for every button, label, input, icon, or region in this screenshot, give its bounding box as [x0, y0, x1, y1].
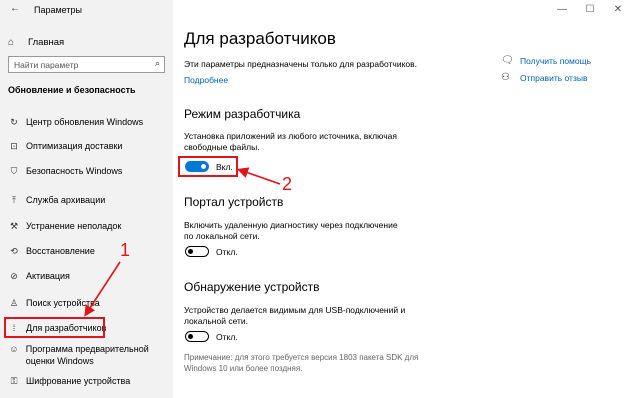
sidebar-item-label: Центр обновления Windows [26, 117, 144, 127]
close-button[interactable]: ✕ [604, 3, 632, 17]
feedback-label: Отправить отзыв [520, 72, 588, 83]
home-icon: ⌂ [8, 36, 15, 48]
back-arrow-icon[interactable]: ← [10, 3, 20, 14]
intro-text: Эти параметры предназначены только для р… [184, 59, 418, 69]
backup-icon: ⤒ [12, 195, 16, 205]
sidebar-item-label: Шифрование устройства [26, 376, 131, 386]
sdk-note: Примечание: для этого требуется версия 1… [184, 353, 419, 373]
refresh-icon: ↻ [10, 117, 18, 127]
maximize-button[interactable]: ☐ [576, 3, 604, 17]
sidebar-item-insider-program[interactable]: ☺ Программа предварительной оценки Windo… [0, 343, 173, 367]
section-description: Установка приложений из любого источника… [184, 131, 398, 152]
section-title-device-discovery: Обнаружение устройств [184, 280, 320, 294]
search-input[interactable] [9, 57, 147, 72]
toggle-knob [188, 333, 193, 339]
window-title: Параметры [34, 5, 82, 15]
section-description: Включить удаленную диагностику через под… [184, 220, 398, 241]
sidebar-item-windows-security[interactable]: ⛉ Безопасность Windows [0, 165, 173, 177]
feedback-link[interactable]: ⚇ Отправить отзыв [501, 72, 587, 83]
sidebar: ← Параметры ⌂ Главная ⌕ Обновление и без… [0, 0, 173, 398]
annotation-highlight-sidebar [4, 317, 105, 338]
sidebar-item-label: Служба архивации [26, 195, 106, 205]
search-box[interactable]: ⌕ [8, 56, 165, 73]
help-chat-icon: 🗨 [501, 55, 514, 66]
device-discovery-toggle[interactable] [185, 331, 209, 342]
sidebar-item-device-encryption[interactable]: ⚿ Шифрование устройства [0, 375, 173, 387]
sidebar-item-label: Программа предварительной оценки Windows [25, 344, 149, 366]
sidebar-item-delivery-optimization[interactable]: ⊡ Оптимизация доставки [0, 140, 173, 152]
window-controls: — ☐ ✕ [548, 3, 632, 17]
sidebar-item-label: Поиск устройства [26, 298, 100, 308]
section-title: Обновление и безопасность [8, 85, 136, 95]
sidebar-item-label: Восстановление [26, 246, 95, 256]
main-content: — ☐ ✕ Для разработчиков Эти параметры пр… [173, 0, 640, 398]
sidebar-item-label: Устранение неполадок [26, 221, 122, 231]
sidebar-item-find-device[interactable]: ♙ Поиск устройства [0, 297, 173, 309]
insider-icon: ☺ [9, 344, 19, 354]
recovery-icon: ⟲ [10, 246, 18, 256]
sidebar-item-label: Главная [28, 36, 65, 48]
device-portal-toggle[interactable] [185, 246, 209, 257]
encryption-icon: ⚿ [10, 376, 18, 386]
shield-icon: ⛉ [10, 166, 18, 176]
feedback-person-icon: ⚇ [501, 72, 510, 83]
annotation-marker-1: 1 [120, 240, 131, 260]
sidebar-item-label: Активация [26, 271, 70, 281]
wrench-icon: ⚒ [9, 221, 19, 231]
minimize-button[interactable]: — [548, 3, 576, 17]
sidebar-item-recovery[interactable]: ⟲ Восстановление [0, 245, 173, 257]
get-help-link[interactable]: 🗨 Получить помощь [501, 55, 591, 66]
sidebar-item-label: Безопасность Windows [26, 166, 123, 176]
sidebar-item-activation[interactable]: ⊘ Активация [0, 270, 173, 282]
sidebar-item-troubleshoot[interactable]: ⚒ Устранение неполадок [0, 220, 173, 232]
delivery-icon: ⊡ [10, 141, 18, 151]
learn-more-link[interactable]: Подробнее [184, 75, 228, 85]
sidebar-item-backup[interactable]: ⤒ Служба архивации [0, 194, 173, 206]
annotation-marker-2: 2 [282, 174, 293, 194]
section-title-developer-mode: Режим разработчика [184, 107, 301, 121]
section-description: Устройство делается видимым для USB-подк… [184, 305, 406, 326]
activation-icon: ⊘ [10, 271, 18, 281]
page-title: Для разработчиков [184, 29, 336, 48]
sidebar-item-label: Оптимизация доставки [26, 141, 123, 151]
sidebar-item-home[interactable]: ⌂ Главная [8, 33, 64, 51]
toggle-state-label: Откл. [216, 332, 238, 342]
toggle-knob [188, 248, 193, 254]
search-icon[interactable]: ⌕ [155, 58, 160, 69]
section-title-device-portal: Портал устройств [184, 195, 284, 209]
sidebar-item-windows-update[interactable]: ↻ Центр обновления Windows [0, 116, 173, 128]
person-icon: ♙ [9, 298, 19, 308]
annotation-highlight-toggle [178, 156, 238, 177]
help-label: Получить помощь [520, 55, 592, 66]
toggle-state-label: Откл. [216, 247, 238, 257]
